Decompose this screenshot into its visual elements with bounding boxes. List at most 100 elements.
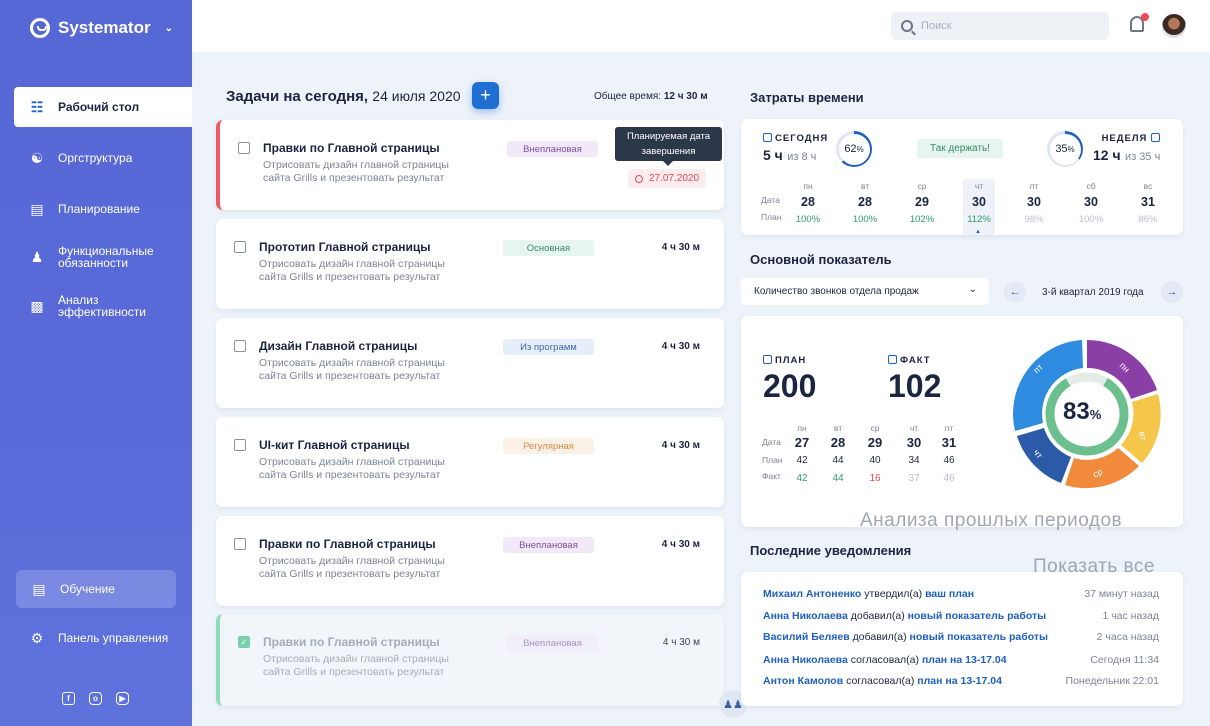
- notification-item[interactable]: Михаил Антоненко утвердил(а) ваш план 37 …: [763, 588, 1159, 600]
- tasks-title-text: Задачи на сегодня,: [226, 88, 369, 105]
- week-day[interactable]: пн 28 100%: [793, 181, 823, 225]
- week-day[interactable]: чт 30 112%: [964, 181, 994, 225]
- kpi-select[interactable]: Количество звонков отдела продаж ⌄: [741, 278, 989, 305]
- day-name: вт: [833, 423, 843, 433]
- task-card[interactable]: Прототип Главной страницы Отрисовать диз…: [216, 219, 724, 309]
- notif-link[interactable]: новый показатель работы: [910, 631, 1048, 643]
- notif-user[interactable]: Михаил Антоненко: [763, 588, 861, 600]
- kpi-day: пн 27 42 42: [789, 423, 815, 484]
- past-periods-link[interactable]: Анализа прошлых периодов: [860, 510, 1122, 532]
- due-date-badge[interactable]: 27.07.2020: [628, 169, 706, 188]
- chevron-down-icon: ⌄: [968, 284, 977, 295]
- week-label: НЕДЕЛЯ: [1093, 133, 1163, 144]
- notif-user[interactable]: Антон Камолов: [763, 675, 843, 687]
- notif-link[interactable]: новый показатель работы: [908, 610, 1046, 622]
- day-name: ср: [917, 181, 927, 191]
- task-type-badge: Внеплановая: [507, 141, 598, 157]
- day-date: 29: [867, 435, 883, 450]
- add-task-button[interactable]: +: [472, 82, 499, 109]
- notif-link[interactable]: план на 13-17.04: [917, 675, 1002, 687]
- task-checkbox[interactable]: [238, 142, 250, 154]
- app-logo[interactable]: Systemator ⌄: [30, 18, 173, 38]
- notification-item[interactable]: Антон Камолов согласовал(а) план на 13-1…: [763, 675, 1159, 687]
- notif-user[interactable]: Анна Николаева: [763, 654, 848, 666]
- today-of: из 8 ч: [787, 151, 817, 163]
- task-card[interactable]: Правки по Главной страницы Отрисовать ди…: [216, 516, 724, 606]
- search-input[interactable]: Поиск: [891, 12, 1109, 40]
- day-plan: 42: [796, 455, 808, 466]
- task-type-badge: Основная: [503, 240, 594, 256]
- facebook-icon[interactable]: f: [62, 692, 75, 705]
- youtube-icon[interactable]: ▶: [116, 692, 129, 705]
- check-icon[interactable]: ✓: [238, 636, 250, 648]
- sidebar-item-analysis[interactable]: ▩ Анализ эффективности: [14, 285, 192, 327]
- task-checkbox[interactable]: [234, 538, 246, 550]
- next-period-button[interactable]: →: [1161, 281, 1183, 303]
- task-checkbox[interactable]: [234, 340, 246, 352]
- avatar[interactable]: [1162, 14, 1186, 38]
- plan-label-text: ПЛАН: [775, 355, 807, 366]
- task-title: Правки по Главной страницы: [263, 141, 440, 155]
- week-day[interactable]: ср 29 102%: [907, 181, 937, 225]
- top-bar: Поиск: [192, 0, 1210, 52]
- notif-action: добавил(а): [852, 631, 907, 643]
- prev-period-button[interactable]: ←: [1004, 281, 1026, 303]
- day-name: пт: [944, 423, 954, 433]
- task-card-completed[interactable]: ✓ Правки по Главной страницы Отрисовать …: [216, 614, 724, 706]
- week-day[interactable]: пт 30 98%: [1019, 181, 1049, 225]
- notification-item[interactable]: Василий Беляев добавил(а) новый показате…: [763, 631, 1159, 643]
- week-day[interactable]: вс 31 86%: [1133, 181, 1163, 225]
- notification-item[interactable]: Анна Николаева добавил(а) новый показате…: [763, 610, 1159, 622]
- task-description: Отрисовать дизайн главной страницы сайта…: [263, 653, 449, 678]
- notif-time: 1 час назад: [1102, 610, 1159, 622]
- task-description: Отрисовать дизайн главной страницы сайта…: [259, 258, 445, 283]
- arrow-right-icon: →: [1166, 286, 1178, 298]
- task-card[interactable]: UI-кит Главной страницы Отрисовать дизай…: [216, 417, 724, 507]
- notif-user[interactable]: Василий Беляев: [763, 631, 850, 643]
- bar-chart-icon: ▩: [30, 297, 44, 314]
- sidebar-item-orgstructure[interactable]: ☯ Оргструктура: [14, 138, 192, 178]
- day-pct: 100%: [1078, 214, 1104, 225]
- sidebar-item-control-panel[interactable]: ⚙ Панель управления: [14, 618, 192, 658]
- sidebar-item-duties[interactable]: ♟ Функциональные обязанности: [14, 236, 192, 278]
- pct-sign: %: [1067, 144, 1075, 154]
- row-label-plan: План: [761, 212, 782, 222]
- task-checkbox[interactable]: [234, 241, 246, 253]
- sidebar-item-label: Оргструктура: [58, 151, 133, 165]
- sidebar: Systemator ⌄ ☷ Рабочий стол ☯ Оргструкту…: [0, 0, 192, 726]
- day-plan: 44: [832, 455, 844, 466]
- sidebar-item-label: Обучение: [60, 582, 115, 596]
- day-fact: 37: [908, 473, 920, 484]
- notif-time: Понедельник 22:01: [1065, 675, 1159, 687]
- day-date: 28: [858, 195, 872, 209]
- logo-icon: [30, 18, 50, 38]
- week-value-row: 12 ч из 35 ч: [1093, 147, 1160, 165]
- week-day[interactable]: вт 28 100%: [850, 181, 880, 225]
- people-icon: ♟♟: [723, 698, 743, 711]
- week-day[interactable]: сб 30 100%: [1076, 181, 1106, 225]
- sidebar-item-learning[interactable]: ▤ Обучение: [16, 570, 176, 608]
- day-name: пт: [1029, 181, 1039, 191]
- donut-percent: 83%: [1063, 398, 1101, 426]
- task-card[interactable]: Дизайн Главной страницы Отрисовать дизай…: [216, 318, 724, 408]
- sidebar-item-label: Панель управления: [58, 631, 169, 645]
- task-type-badge: Регулярная: [503, 438, 594, 454]
- instagram-icon[interactable]: o: [89, 692, 102, 705]
- notif-user[interactable]: Анна Николаева: [763, 610, 848, 622]
- day-date: 30: [1027, 195, 1041, 209]
- kpi-day: пт 31 46 46: [936, 423, 962, 484]
- day-name: вт: [860, 181, 870, 191]
- day-date: 30: [1084, 195, 1098, 209]
- kpi-day: чт 30 34 37: [901, 423, 927, 484]
- sidebar-item-desktop[interactable]: ☷ Рабочий стол: [14, 87, 192, 127]
- total-time-label: Общее время:: [594, 91, 662, 102]
- task-checkbox[interactable]: [234, 439, 246, 451]
- task-time: 4 ч 30 м: [662, 637, 700, 648]
- notif-link[interactable]: план на 13-17.04: [922, 654, 1007, 666]
- sidebar-item-planning[interactable]: ▤ Планирование: [14, 189, 192, 229]
- bell-icon[interactable]: [1130, 13, 1149, 32]
- notification-item[interactable]: Анна Николаева согласовал(а) план на 13-…: [763, 654, 1159, 666]
- notifications-title: Последние уведомления: [750, 543, 912, 558]
- notif-link[interactable]: ваш план: [925, 588, 974, 600]
- day-name: чт: [909, 423, 919, 433]
